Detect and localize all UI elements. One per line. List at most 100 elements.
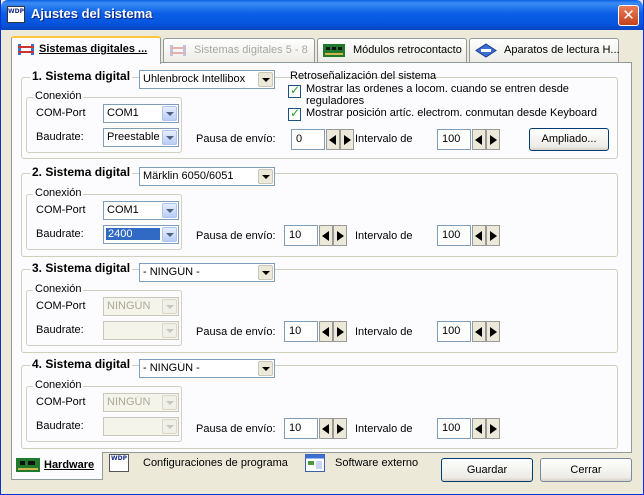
system-2-interval-value[interactable]: 100 bbox=[437, 225, 471, 246]
spin-left-icon[interactable] bbox=[472, 129, 486, 150]
system-2-conexion-label: Conexión bbox=[33, 187, 84, 199]
chevron-down-icon[interactable] bbox=[162, 106, 177, 121]
chevron-down-icon[interactable] bbox=[162, 323, 177, 338]
system-3-title: 3. Sistema digital bbox=[30, 261, 133, 275]
spin-right-icon[interactable] bbox=[340, 129, 354, 150]
tab-label: Módulos retrocontacto bbox=[353, 44, 462, 56]
system-4-com-label: COM-Port bbox=[36, 396, 86, 408]
system-1-baud-select[interactable]: Preestablec bbox=[103, 128, 179, 147]
spin-left-icon[interactable] bbox=[319, 225, 333, 246]
chevron-down-icon[interactable] bbox=[162, 395, 177, 410]
system-3-pause-label: Pausa de envío: bbox=[196, 326, 276, 338]
title-bar[interactable]: WDP Ajustes del sistema ✕ bbox=[1, 0, 643, 30]
system-2-baud-value: 2400 bbox=[106, 228, 160, 240]
spin-right-icon[interactable] bbox=[486, 225, 500, 246]
system-4-select-value: - NINGÚN - bbox=[143, 362, 200, 374]
hardware-tab-icon-disabled bbox=[170, 45, 186, 56]
system-4-com-select[interactable]: NINGÚN bbox=[103, 393, 179, 412]
system-3-pause-value[interactable]: 10 bbox=[284, 321, 318, 342]
system-4-pause-value[interactable]: 10 bbox=[284, 418, 318, 439]
system-1-select[interactable]: Uhlenbrock Intellibox bbox=[139, 70, 275, 89]
system-4-baud-label: Baudrate: bbox=[36, 420, 84, 432]
system-1-interval-label: Intervalo de bbox=[355, 133, 413, 145]
ampliado-button[interactable]: Ampliado... bbox=[529, 128, 609, 151]
retro-check-locom-label-2: reguladores bbox=[306, 95, 365, 107]
system-4-select[interactable]: - NINGÚN - bbox=[139, 359, 275, 378]
system-2-pause-value[interactable]: 10 bbox=[284, 225, 318, 246]
system-4-baud-select[interactable] bbox=[103, 417, 179, 436]
close-button[interactable]: Cerrar bbox=[540, 458, 632, 482]
retro-check-locom-label-1: Mostrar las ordenes a locom. cuando se e… bbox=[306, 83, 569, 95]
system-1-com-label: COM-Port bbox=[36, 107, 86, 119]
spin-left-icon[interactable] bbox=[472, 225, 486, 246]
system-2-interval-label: Intervalo de bbox=[355, 230, 413, 242]
tab-panel: 1. Sistema digital Uhlenbrock Intellibox… bbox=[11, 62, 632, 453]
chevron-down-icon[interactable] bbox=[258, 361, 273, 376]
system-1-select-value: Uhlenbrock Intellibox bbox=[143, 73, 246, 85]
system-4-conexion-label: Conexión bbox=[33, 379, 84, 391]
window-app-icon bbox=[305, 454, 325, 472]
system-2-baud-select[interactable]: 2400 bbox=[103, 225, 179, 244]
tab-sistemas-digitales[interactable]: Sistemas digitales ... bbox=[11, 36, 161, 64]
system-2-select-value: Märklin 6050/6051 bbox=[143, 170, 234, 182]
chevron-down-icon[interactable] bbox=[162, 130, 177, 145]
system-4-interval-label: Intervalo de bbox=[355, 423, 413, 435]
bottom-tab-label: Software externo bbox=[335, 457, 419, 469]
chevron-down-icon[interactable] bbox=[258, 72, 273, 87]
system-2-select[interactable]: Märklin 6050/6051 bbox=[139, 167, 275, 186]
system-1-pause-label: Pausa de envío: bbox=[196, 133, 276, 145]
spin-right-icon[interactable] bbox=[333, 225, 347, 246]
system-3-conexion-label: Conexión bbox=[33, 283, 84, 295]
system-2-com-label: COM-Port bbox=[36, 204, 86, 216]
chevron-down-icon[interactable] bbox=[258, 265, 273, 280]
system-2-title: 2. Sistema digital bbox=[30, 165, 133, 179]
bottom-tab-software-externo[interactable]: Software externo bbox=[297, 450, 429, 478]
spin-right-icon[interactable] bbox=[333, 321, 347, 342]
tab-modulos-retrocontacto[interactable]: Módulos retrocontacto bbox=[317, 38, 467, 62]
system-3-interval-value[interactable]: 100 bbox=[437, 321, 471, 342]
system-3-select[interactable]: - NINGÚN - bbox=[139, 263, 275, 282]
system-4-interval-value[interactable]: 100 bbox=[437, 418, 471, 439]
retro-check-keyboard[interactable] bbox=[288, 106, 301, 121]
system-1-interval-value[interactable]: 100 bbox=[437, 129, 471, 150]
chevron-down-icon[interactable] bbox=[162, 203, 177, 218]
close-window-button[interactable]: ✕ bbox=[618, 5, 639, 26]
spin-left-icon[interactable] bbox=[472, 418, 486, 439]
chevron-down-icon[interactable] bbox=[162, 419, 177, 434]
spin-right-icon[interactable] bbox=[333, 418, 347, 439]
system-1-com-select[interactable]: COM1 bbox=[103, 104, 179, 123]
spin-left-icon[interactable] bbox=[319, 321, 333, 342]
spin-right-icon[interactable] bbox=[486, 321, 500, 342]
bottom-tab-configuraciones[interactable]: WDP Configuraciones de programa bbox=[105, 450, 295, 478]
retro-check-keyboard-label: Mostrar posición artíc. electrom. conmut… bbox=[306, 107, 598, 119]
tab-sistemas-digitales-5-8[interactable]: Sistemas digitales 5 - 8 bbox=[163, 38, 315, 62]
tab-aparatos-de-lectura[interactable]: Aparatos de lectura H... bbox=[469, 38, 620, 62]
chevron-down-icon[interactable] bbox=[162, 299, 177, 314]
system-2-pause-label: Pausa de envío: bbox=[196, 230, 276, 242]
system-1-pause-value[interactable]: 0 bbox=[291, 129, 325, 150]
spin-left-icon[interactable] bbox=[472, 321, 486, 342]
spin-left-icon[interactable] bbox=[319, 418, 333, 439]
spin-left-icon[interactable] bbox=[326, 129, 340, 150]
tab-label: Aparatos de lectura H... bbox=[504, 44, 620, 56]
wdp-icon-text: WDP bbox=[111, 455, 127, 462]
settings-window: WDP Ajustes del sistema ✕ Sistemas digit… bbox=[0, 0, 644, 495]
system-1-com-value: COM1 bbox=[107, 107, 139, 119]
chevron-down-icon[interactable] bbox=[162, 227, 177, 242]
system-2-com-select[interactable]: COM1 bbox=[103, 201, 179, 220]
system-3-com-select[interactable]: NINGÚN bbox=[103, 297, 179, 316]
retro-check-locom[interactable] bbox=[288, 83, 301, 98]
system-4-title: 4. Sistema digital bbox=[30, 357, 133, 371]
spin-right-icon[interactable] bbox=[486, 129, 500, 150]
system-4-pause-label: Pausa de envío: bbox=[196, 423, 276, 435]
bottom-tab-label: Configuraciones de programa bbox=[143, 457, 288, 469]
app-icon: WDP bbox=[7, 6, 25, 23]
spin-right-icon[interactable] bbox=[486, 418, 500, 439]
save-button[interactable]: Guardar bbox=[441, 458, 533, 482]
tab-label: Sistemas digitales 5 - 8 bbox=[194, 44, 308, 56]
wdp-icon: WDP bbox=[109, 454, 129, 472]
reader-device-icon bbox=[475, 43, 497, 58]
bottom-tab-hardware[interactable]: Hardware bbox=[11, 452, 103, 480]
chevron-down-icon[interactable] bbox=[258, 169, 273, 184]
system-3-baud-select[interactable] bbox=[103, 321, 179, 340]
